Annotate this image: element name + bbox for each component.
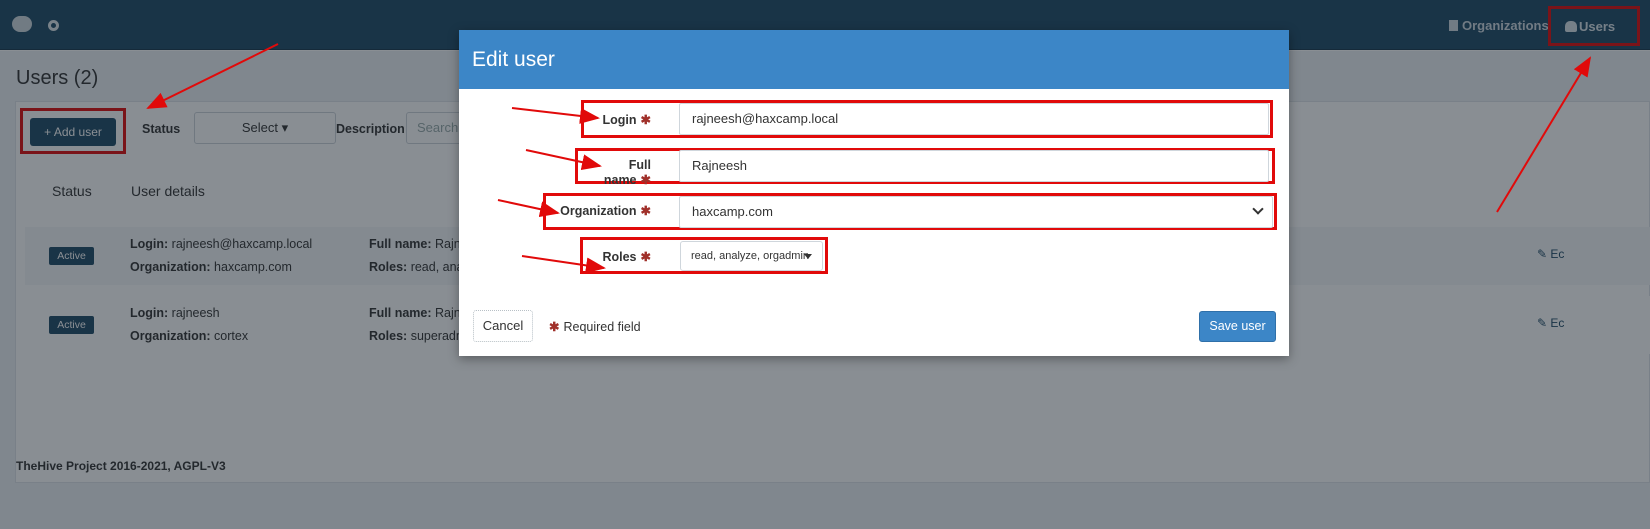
- arrow-fullname: [525, 149, 602, 171]
- arrow-organization: [497, 199, 560, 218]
- arrow-add-user: [146, 43, 279, 109]
- arrow-login: [511, 107, 600, 124]
- annotation-arrows: [146, 43, 1592, 274]
- arrow-roles: [521, 255, 606, 274]
- arrow-users: [1496, 56, 1592, 213]
